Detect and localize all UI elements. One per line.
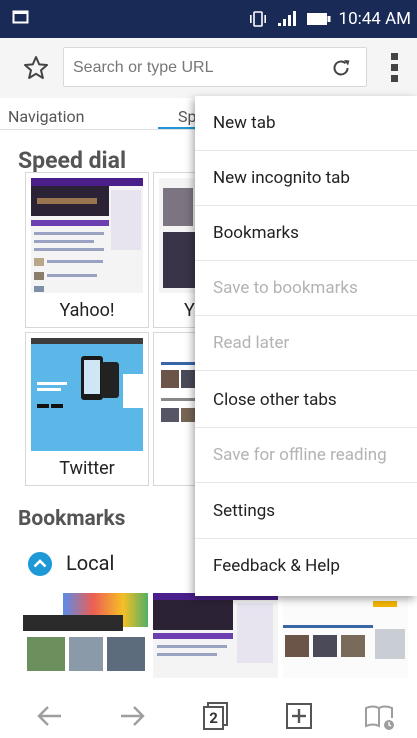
- status-bar: 10:44 AM: [0, 0, 417, 38]
- forward-arrow-icon[interactable]: [116, 700, 148, 732]
- twitter-thumbnail: [31, 338, 143, 451]
- news-thumbnail: [159, 338, 195, 451]
- bookmark-thumbnail-news[interactable]: [283, 593, 408, 678]
- speed-dial-tile-twitter[interactable]: Twitter: [25, 332, 149, 486]
- menu-item-feedback-help[interactable]: Feedback & Help: [195, 539, 417, 594]
- menu-item-new-tab[interactable]: New tab: [195, 96, 417, 151]
- tab-speed-dial[interactable]: Sp: [178, 107, 196, 126]
- menu-item-save-to-bookmarks: Save to bookmarks: [195, 261, 417, 316]
- tab-count: 2: [209, 709, 218, 727]
- bookmark-thumbnail-yahoo[interactable]: [153, 593, 278, 678]
- bottom-navigation-bar: 2: [0, 694, 417, 738]
- menu-item-settings[interactable]: Settings: [195, 484, 417, 539]
- refresh-icon[interactable]: [330, 57, 352, 79]
- youtube-thumbnail: [159, 178, 195, 293]
- battery-icon: [306, 13, 331, 25]
- more-options-icon[interactable]: [387, 51, 403, 85]
- menu-item-close-other-tabs[interactable]: Close other tabs: [195, 373, 417, 428]
- reading-mode-icon[interactable]: [364, 700, 396, 732]
- bookmarks-title: Bookmarks: [18, 507, 126, 531]
- menu-item-read-later: Read later: [195, 316, 417, 371]
- browser-toolbar: [0, 38, 417, 99]
- chevron-up-icon: [28, 552, 52, 576]
- new-tab-plus-icon[interactable]: [283, 700, 315, 732]
- speed-dial-tile-news[interactable]: [153, 332, 195, 486]
- search-input[interactable]: [64, 48, 325, 88]
- tabs-switcher-button[interactable]: 2: [200, 700, 232, 732]
- menu-item-new-incognito-tab[interactable]: New incognito tab: [195, 151, 417, 206]
- speed-dial-tile-youtube[interactable]: Yo: [153, 172, 205, 328]
- speed-dial-tile-yahoo[interactable]: Yahoo!: [25, 172, 149, 328]
- back-arrow-icon[interactable]: [34, 700, 66, 732]
- bookmark-thumbnail-photos[interactable]: [23, 593, 148, 678]
- tile-label: Yahoo!: [59, 300, 115, 321]
- overflow-menu: New tab New incognito tab Bookmarks Save…: [195, 96, 417, 596]
- image-notification-icon: [12, 10, 29, 24]
- star-icon[interactable]: [22, 54, 50, 82]
- menu-item-save-offline: Save for offline reading: [195, 428, 417, 483]
- tile-label: Yo: [184, 300, 205, 321]
- tile-label: Twitter: [59, 458, 115, 479]
- url-bar[interactable]: [63, 47, 367, 88]
- tab-navigation[interactable]: Navigation: [8, 107, 84, 126]
- status-time: 10:44 AM: [338, 9, 411, 29]
- menu-item-bookmarks[interactable]: Bookmarks: [195, 206, 417, 261]
- folder-label: Local: [66, 551, 115, 575]
- vibrate-icon: [249, 11, 266, 27]
- signal-icon: [277, 11, 296, 26]
- speed-dial-title: Speed dial: [18, 147, 127, 174]
- yahoo-thumbnail: [31, 178, 143, 293]
